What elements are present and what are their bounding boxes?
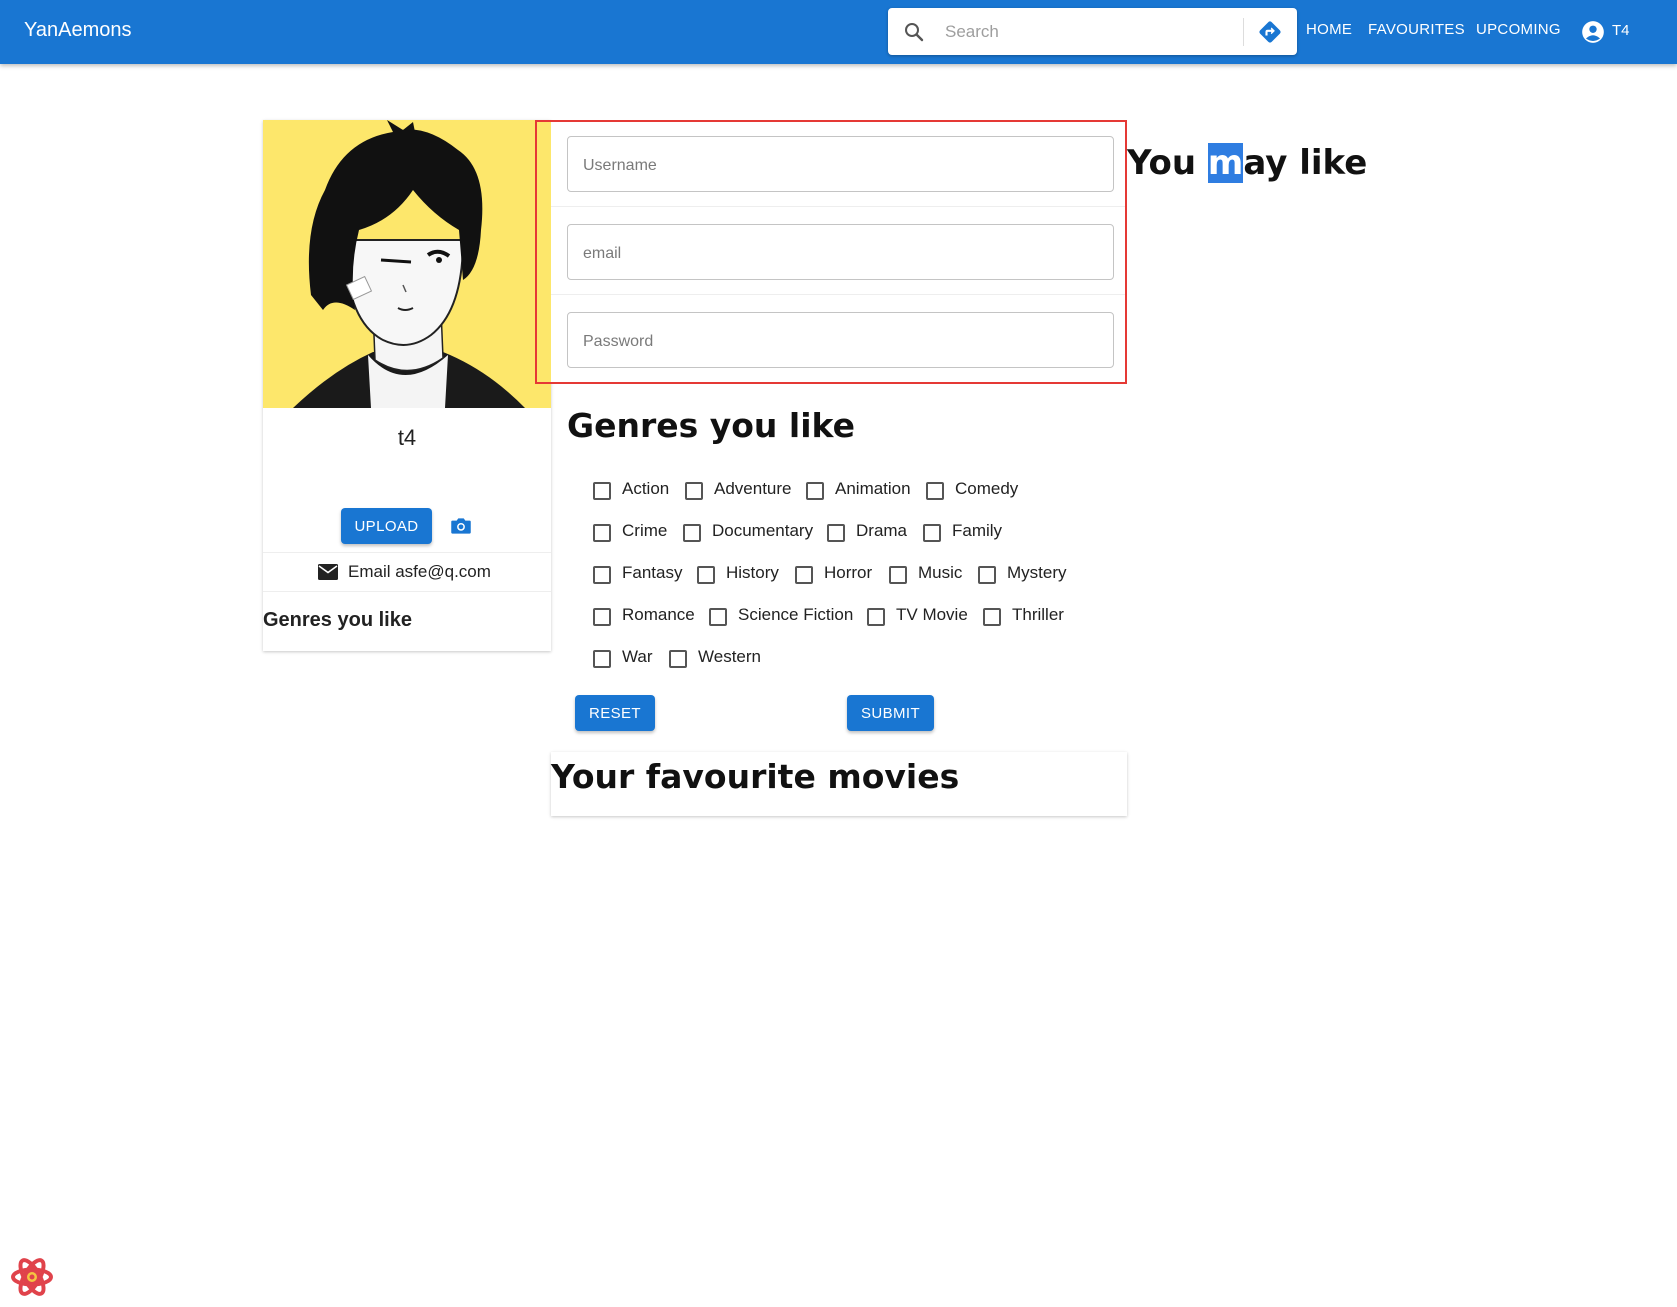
brand-logo[interactable]: YanAemons <box>24 19 131 42</box>
profile-genres-heading: Genres you like <box>263 609 412 631</box>
profile-email: Email asfe@q.com <box>348 562 491 581</box>
favourite-movies-title: Your favourite movies <box>551 757 960 796</box>
genre-label: Mystery <box>1007 563 1067 582</box>
genre-label: Music <box>918 563 963 582</box>
genre-label: Animation <box>835 479 911 498</box>
genre-label: Action <box>622 479 670 498</box>
submit-button[interactable]: SUBMIT <box>847 695 934 731</box>
nav-home[interactable]: HOME <box>1306 21 1352 38</box>
checkbox-icon[interactable] <box>709 608 727 626</box>
genre-label: Family <box>952 521 1003 540</box>
checkbox-icon[interactable] <box>593 650 611 668</box>
checkbox-icon[interactable] <box>827 524 845 542</box>
genre-label: TV Movie <box>896 605 968 624</box>
genre-label: War <box>622 647 653 666</box>
email-input[interactable] <box>581 241 1100 267</box>
checkbox-icon[interactable] <box>889 566 907 584</box>
account-circle-icon <box>1582 21 1604 43</box>
checkbox-icon[interactable] <box>978 566 996 584</box>
you-may-like-title: You may like <box>1127 143 1367 183</box>
genre-label: Horror <box>824 563 873 582</box>
email-field <box>567 224 1114 280</box>
username-input[interactable] <box>581 153 1100 179</box>
password-field <box>567 312 1114 368</box>
checkbox-icon[interactable] <box>593 566 611 584</box>
genre-label: Western <box>698 647 761 666</box>
favourite-movies-card: Your favourite movies <box>551 752 1127 816</box>
upload-button[interactable]: UPLOAD <box>341 508 432 544</box>
checkbox-icon[interactable] <box>683 524 701 542</box>
checkbox-icon[interactable] <box>669 650 687 668</box>
genre-label: Science Fiction <box>738 605 854 624</box>
checkbox-icon[interactable] <box>593 482 611 500</box>
checkbox-icon[interactable] <box>593 524 611 542</box>
username-field <box>567 136 1114 192</box>
genre-label: History <box>726 563 779 582</box>
avatar <box>263 120 551 408</box>
genre-label: Adventure <box>714 479 792 498</box>
checkbox-icon[interactable] <box>593 608 611 626</box>
search-icon <box>905 23 924 42</box>
checkbox-icon[interactable] <box>806 482 824 500</box>
checkbox-icon[interactable] <box>697 566 715 584</box>
profile-card: t4 UPLOAD Email asfe@q.com Genres you li… <box>263 120 551 651</box>
genre-label: Romance <box>622 605 695 624</box>
genre-label: Comedy <box>955 479 1019 498</box>
avatar-illustration <box>263 120 551 408</box>
search-bar <box>888 8 1297 55</box>
title-part: ay like <box>1243 143 1368 183</box>
checkbox-icon[interactable] <box>926 482 944 500</box>
search-divider <box>1243 18 1244 46</box>
mail-icon <box>318 564 338 580</box>
account-label: T4 <box>1612 22 1630 39</box>
title-part: You <box>1127 143 1208 183</box>
nav-upcoming[interactable]: UPCOMING <box>1476 21 1561 38</box>
genre-label: Fantasy <box>622 563 683 582</box>
nav-favourites[interactable]: FAVOURITES <box>1368 21 1465 38</box>
password-input[interactable] <box>581 329 1100 355</box>
search-input[interactable] <box>943 19 1247 45</box>
checkbox-icon[interactable] <box>867 608 885 626</box>
genre-label: Thriller <box>1012 605 1064 624</box>
camera-icon[interactable] <box>448 513 474 539</box>
genre-label: Documentary <box>712 521 814 540</box>
checkbox-icon[interactable] <box>983 608 1001 626</box>
genre-label: Drama <box>856 521 908 540</box>
app-bar: YanAemons HOME FAVOURITES UPCOMING T4 <box>0 0 1677 64</box>
checkbox-icon[interactable] <box>795 566 813 584</box>
checkbox-icon[interactable] <box>923 524 941 542</box>
directions-icon[interactable] <box>1256 18 1284 46</box>
reset-button[interactable]: RESET <box>575 695 655 731</box>
checkbox-icon[interactable] <box>685 482 703 500</box>
selected-text: m <box>1207 143 1244 183</box>
genre-label: Crime <box>622 521 668 540</box>
react-devtools-icon[interactable] <box>10 1255 54 1299</box>
email-row: Email asfe@q.com <box>263 552 551 592</box>
genres-title: Genres you like <box>567 406 855 445</box>
profile-username: t4 <box>397 425 417 450</box>
